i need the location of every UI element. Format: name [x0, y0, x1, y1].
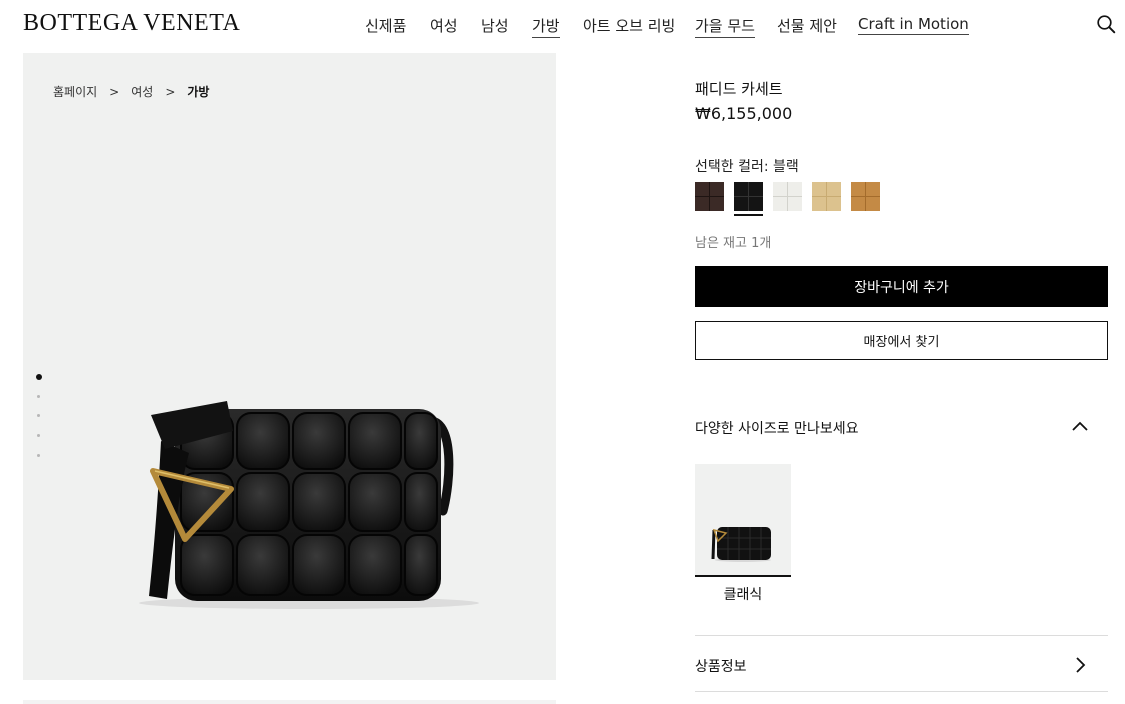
- nav-women[interactable]: 여성: [430, 15, 458, 36]
- selected-color-label: 선택한 컬러: 블랙: [695, 159, 799, 175]
- color-swatch-black[interactable]: [734, 182, 763, 216]
- color-swatch-beige[interactable]: [812, 182, 841, 211]
- nav-craft-in-motion[interactable]: Craft in Motion: [858, 15, 969, 35]
- site-header: BOTTEGA VENETA 신제품 여성 남성 가방 아트 오브 리빙 가을 …: [0, 0, 1125, 52]
- divider: [695, 635, 1108, 636]
- search-icon[interactable]: [1096, 14, 1116, 34]
- nav-bags[interactable]: 가방: [532, 15, 560, 38]
- product-info-title: 상품정보: [695, 659, 747, 675]
- breadcrumb-separator: >: [109, 85, 120, 99]
- breadcrumb-current: 가방: [187, 85, 210, 99]
- slide-dot-5[interactable]: [37, 454, 40, 457]
- nav-men[interactable]: 남성: [481, 15, 509, 36]
- nav-gifts[interactable]: 선물 제안: [777, 15, 837, 36]
- brand-logo[interactable]: BOTTEGA VENETA: [23, 10, 240, 37]
- nav-autumn-mood[interactable]: 가을 무드: [695, 15, 755, 38]
- add-to-cart-button[interactable]: 장바구니에 추가: [695, 266, 1108, 307]
- slide-dot-3[interactable]: [37, 414, 40, 417]
- breadcrumb-separator: >: [165, 85, 176, 99]
- stock-remaining: 남은 재고 1개: [695, 236, 772, 251]
- size-option-label: 클래식: [723, 587, 763, 603]
- color-swatch-white[interactable]: [773, 182, 802, 211]
- breadcrumb-women[interactable]: 여성: [131, 83, 153, 100]
- product-gallery[interactable]: 홈페이지 > 여성 > 가방: [23, 53, 556, 680]
- nav-art-of-living[interactable]: 아트 오브 리빙: [583, 15, 675, 36]
- color-swatch-dark-brown[interactable]: [695, 182, 724, 211]
- product-price: ₩6,155,000: [695, 104, 793, 123]
- slide-dot-2[interactable]: [37, 395, 40, 398]
- size-option-classic[interactable]: [695, 464, 791, 577]
- gallery-next-edge: [23, 700, 556, 704]
- breadcrumb-home[interactable]: 홈페이지: [53, 83, 97, 100]
- breadcrumb: 홈페이지 > 여성 > 가방: [53, 83, 209, 100]
- size-thumbnail: [695, 464, 791, 577]
- divider: [695, 691, 1108, 692]
- sizes-accordion-header[interactable]: 다양한 사이즈로 만나보세요: [695, 410, 1108, 444]
- nav-new-arrivals[interactable]: 신제품: [365, 15, 406, 36]
- find-in-store-button[interactable]: 매장에서 찾기: [695, 321, 1108, 360]
- chevron-up-icon: [1072, 421, 1088, 431]
- product-info-accordion[interactable]: 상품정보: [695, 650, 1108, 680]
- color-swatch-tan[interactable]: [851, 182, 880, 211]
- product-image: [139, 401, 479, 609]
- slide-dot-1[interactable]: [36, 374, 42, 380]
- slide-dot-4[interactable]: [37, 434, 40, 437]
- sizes-title: 다양한 사이즈로 만나보세요: [695, 421, 859, 437]
- chevron-right-icon: [1076, 657, 1086, 673]
- product-name: 패디드 카세트: [695, 80, 783, 98]
